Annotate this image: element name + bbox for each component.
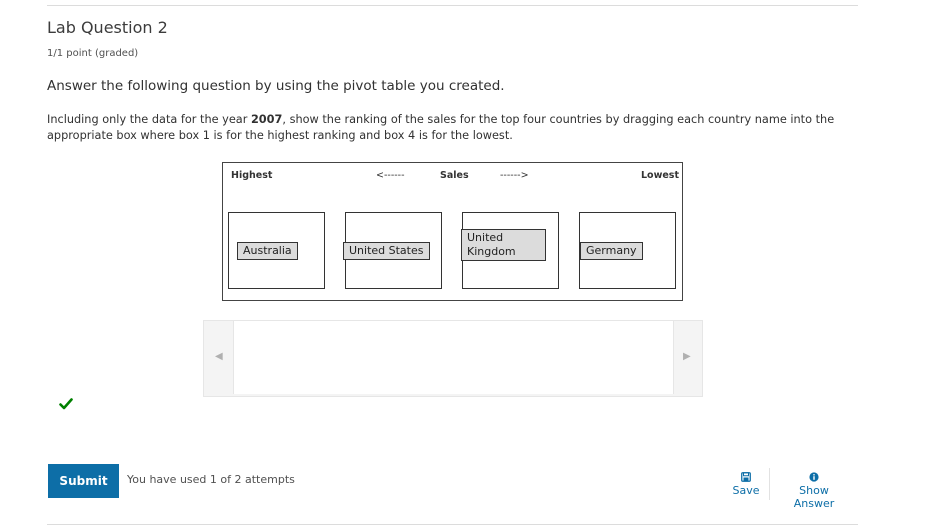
show-answer-label: Show Answer	[793, 484, 835, 510]
problem-title: Lab Question 2	[47, 18, 168, 37]
checkmark-icon	[59, 398, 73, 410]
arrow-right-label: ------>	[500, 170, 529, 181]
draggable-item-united-states[interactable]: United States	[343, 242, 430, 260]
show-answer-button[interactable]: Show Answer	[778, 472, 850, 510]
drag-drop-board: Highest <------ Sales ------> Lowest Aus…	[222, 162, 683, 301]
scroll-right-icon[interactable]: ▶	[683, 351, 691, 362]
problem-prompt: Answer the following question by using t…	[47, 78, 505, 94]
description-year: 2007	[250, 113, 283, 126]
description-text-start: Including only the data for the year	[47, 113, 251, 126]
arrow-left-label: <------	[376, 170, 405, 181]
draggable-item-germany[interactable]: Germany	[580, 242, 643, 260]
drop-zone-2[interactable]: United States	[343, 212, 442, 289]
submit-button[interactable]: Submit	[48, 464, 119, 498]
draggable-item-australia[interactable]: Australia	[237, 242, 298, 260]
label-highest: Highest	[231, 170, 273, 181]
top-divider	[47, 5, 858, 6]
label-sales: Sales	[440, 170, 469, 181]
item-bank: ◀ ▶	[203, 320, 703, 397]
drop-zone-3[interactable]: United Kingdom	[461, 212, 559, 289]
drop-zone-1[interactable]: Australia	[228, 212, 325, 289]
attempts-text: You have used 1 of 2 attempts	[127, 473, 295, 486]
problem-points: 1/1 point (graded)	[47, 48, 139, 59]
problem-description: Including only the data for the year 200…	[47, 112, 837, 144]
save-button[interactable]: Save	[731, 472, 761, 497]
drop-zone-4[interactable]: Germany	[579, 212, 676, 289]
bottom-divider	[47, 524, 858, 525]
action-divider	[769, 468, 770, 500]
draggable-item-united-kingdom[interactable]: United Kingdom	[461, 229, 546, 261]
info-icon	[809, 472, 819, 482]
save-icon	[741, 472, 751, 482]
scroll-left-icon[interactable]: ◀	[215, 351, 223, 362]
label-lowest: Lowest	[641, 170, 679, 181]
item-bank-area[interactable]	[233, 321, 674, 394]
save-label: Save	[732, 484, 760, 497]
